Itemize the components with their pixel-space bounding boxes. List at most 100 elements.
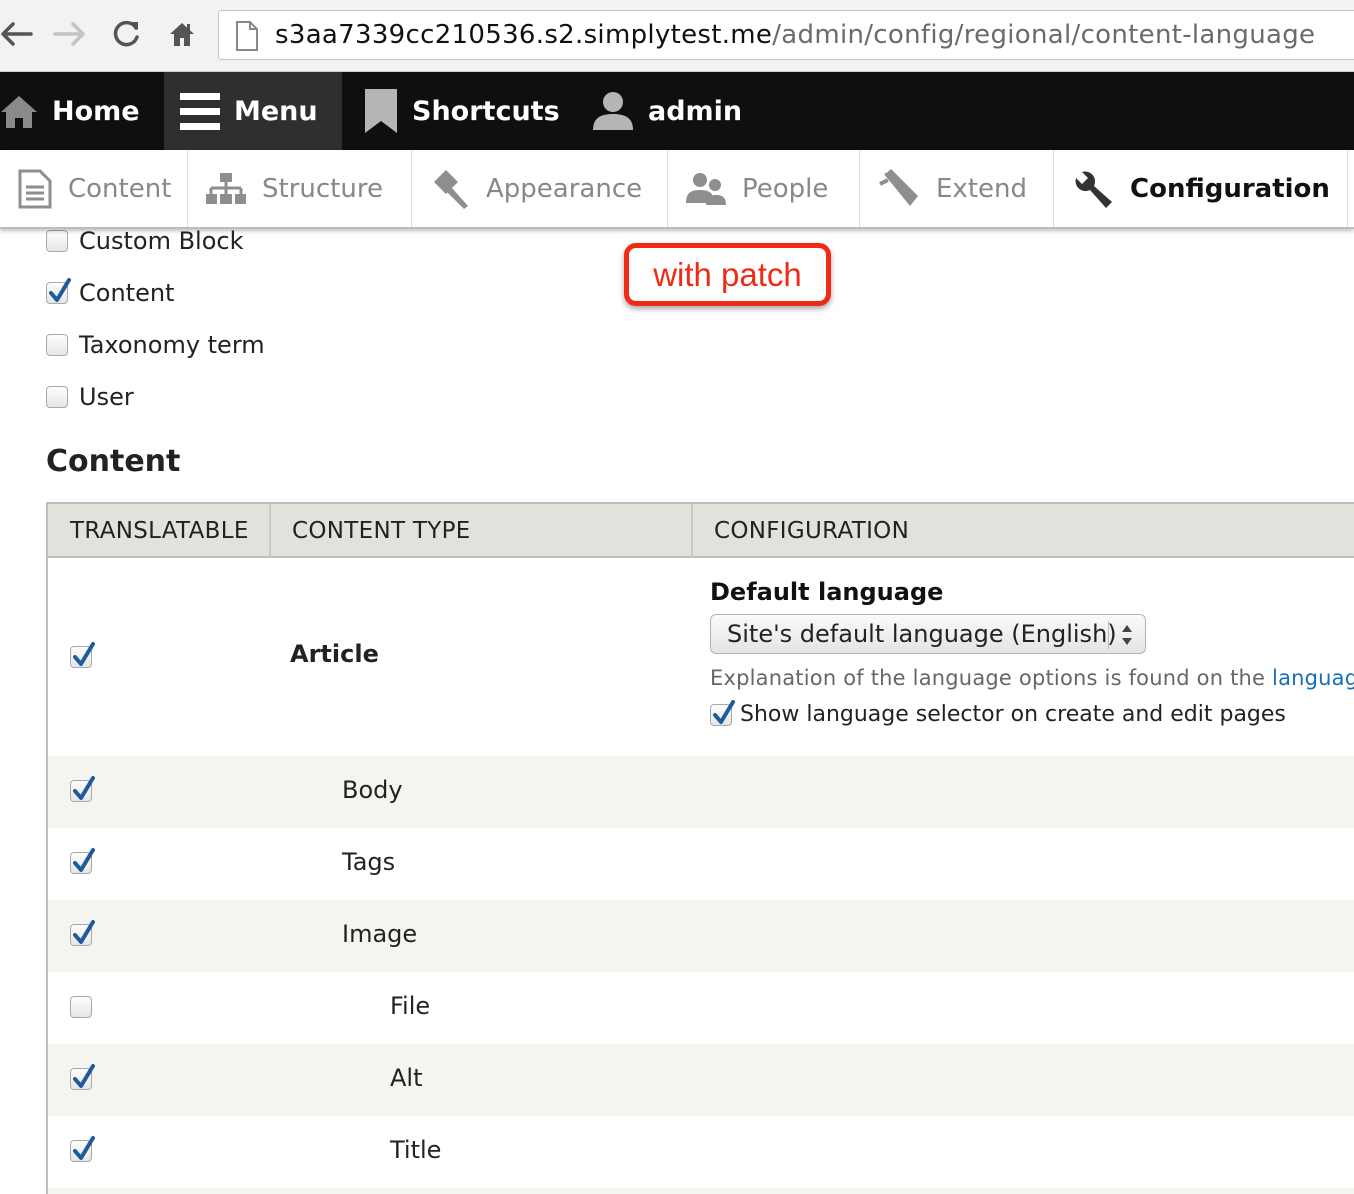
field-label: Body: [342, 776, 403, 804]
column-header-configuration: CONFIGURATION: [714, 518, 910, 544]
column-header-content-type: CONTENT TYPE: [292, 518, 471, 544]
table-row-image: Image: [48, 900, 1354, 972]
field-label: Title: [390, 1136, 442, 1164]
checkbox[interactable]: [46, 334, 68, 356]
toolbar-user[interactable]: admin: [592, 72, 742, 150]
forward-button[interactable]: [50, 14, 90, 54]
column-divider: [691, 504, 693, 558]
url-text: s3aa7339cc210536.s2.simplytest.me/admin/…: [275, 20, 1316, 50]
entity-checkbox-custom-block[interactable]: Custom Block: [46, 226, 243, 256]
show-language-selector[interactable]: Show language selector on create and edi…: [710, 699, 1354, 727]
translatable-checkbox[interactable]: [70, 642, 95, 668]
toolbar-shortcuts-label: Shortcuts: [412, 95, 560, 127]
translatable-checkbox[interactable]: [70, 1064, 95, 1090]
tray-item-label: Appearance: [486, 173, 643, 204]
table-row-article: Article Default language Site's default …: [48, 558, 1354, 756]
entity-label: Taxonomy term: [79, 331, 265, 359]
field-label: Alt: [390, 1064, 423, 1092]
forward-arrow-icon: [53, 22, 85, 46]
toolbar-menu[interactable]: Menu: [164, 72, 342, 150]
language-configuration: Default language Site's default language…: [710, 578, 1354, 727]
entity-checkbox-content[interactable]: Content: [46, 278, 174, 308]
translatable-checkbox[interactable]: [70, 996, 92, 1018]
checkbox[interactable]: [46, 278, 71, 304]
toolbar-home[interactable]: Home: [0, 72, 164, 150]
section-title: Content: [46, 444, 181, 479]
back-button[interactable]: [0, 14, 36, 54]
admin-tray: Content Structure Appearance People Exte…: [0, 150, 1354, 229]
hamburger-icon: [180, 93, 220, 130]
default-language-select[interactable]: Site's default language (English): [710, 614, 1146, 654]
user-icon: [593, 92, 633, 130]
with-patch-annotation: with patch: [624, 243, 831, 306]
tray-item-label: People: [742, 173, 829, 204]
admin-toolbar: Home Menu Shortcuts admin: [0, 72, 1354, 150]
page-icon: [236, 21, 258, 51]
checkmark-icon: [73, 642, 95, 666]
show-language-selector-label: Show language selector on create and edi…: [740, 702, 1286, 727]
tray-item-label: Configuration: [1130, 173, 1330, 204]
checkbox[interactable]: [46, 230, 68, 252]
checkmark-icon: [73, 1136, 95, 1160]
translatable-checkbox[interactable]: [70, 920, 95, 946]
table-header: TRANSLATABLE CONTENT TYPE CONFIGURATION: [48, 502, 1354, 558]
sitemap-icon: [206, 172, 246, 204]
paintbrush-icon: [434, 169, 468, 209]
puzzle-icon: [879, 168, 918, 206]
document-icon: [18, 169, 52, 208]
reload-icon: [113, 20, 139, 47]
field-label: Tags: [342, 848, 396, 876]
tray-item-configuration[interactable]: Configuration: [1054, 150, 1348, 227]
tray-item-structure[interactable]: Structure: [188, 150, 412, 227]
translatable-checkbox[interactable]: [70, 1136, 95, 1162]
select-arrows-icon: [1122, 625, 1132, 645]
tray-item-content[interactable]: Content: [0, 150, 188, 227]
entity-checkbox-user[interactable]: User: [46, 382, 134, 412]
entity-label: Custom Block: [79, 227, 244, 255]
translatable-checkbox[interactable]: [70, 848, 95, 874]
checkbox[interactable]: [710, 699, 735, 726]
tray-item-appearance[interactable]: Appearance: [412, 150, 668, 227]
checkmark-icon: [73, 848, 95, 872]
table-row-alt: Alt: [48, 1044, 1354, 1116]
wrench-icon: [1075, 171, 1112, 208]
toolbar-shortcuts[interactable]: Shortcuts: [364, 72, 560, 150]
table-row: [48, 1188, 1354, 1194]
content-type-label: Article: [290, 640, 379, 668]
content-language-table: TRANSLATABLE CONTENT TYPE CONFIGURATION …: [46, 502, 1354, 1194]
bookmark-icon: [365, 89, 397, 133]
column-divider: [269, 504, 271, 558]
checkmark-icon: [49, 278, 71, 302]
language-help-link[interactable]: languag: [1272, 666, 1354, 690]
field-label: File: [390, 992, 431, 1020]
checkmark-icon: [73, 920, 95, 944]
address-bar[interactable]: s3aa7339cc210536.s2.simplytest.me/admin/…: [218, 10, 1354, 60]
tray-item-extend[interactable]: Extend: [860, 150, 1054, 227]
checkmark-icon: [73, 1064, 95, 1088]
table-row-file: File: [48, 972, 1354, 1044]
default-language-label: Default language: [710, 578, 944, 606]
translatable-checkbox[interactable]: [70, 776, 95, 802]
home-icon: [170, 23, 194, 46]
checkmark-icon: [73, 776, 95, 800]
table-row-body: Body: [48, 756, 1354, 828]
table-row-title: Title: [48, 1116, 1354, 1188]
home-button[interactable]: [162, 14, 202, 54]
column-header-translatable: TRANSLATABLE: [70, 518, 249, 544]
toolbar-menu-label: Menu: [234, 95, 318, 127]
entity-checkbox-taxonomy-term[interactable]: Taxonomy term: [46, 330, 265, 360]
entity-label: Content: [79, 279, 175, 307]
toolbar-user-label: admin: [648, 95, 743, 127]
tray-item-label: Extend: [936, 173, 1027, 204]
help-text: Explanation of the language options is f…: [710, 666, 1354, 690]
checkbox[interactable]: [46, 386, 68, 408]
reload-button[interactable]: [106, 14, 146, 54]
field-label: Image: [342, 920, 418, 948]
tray-item-people[interactable]: People: [668, 150, 860, 227]
home-icon: [1, 96, 37, 128]
back-arrow-icon: [1, 22, 33, 46]
select-divider: [1108, 621, 1109, 649]
help-text-body: Explanation of the language options is f…: [710, 666, 1273, 690]
tray-item-label: Structure: [262, 173, 383, 204]
people-icon: [686, 172, 726, 205]
